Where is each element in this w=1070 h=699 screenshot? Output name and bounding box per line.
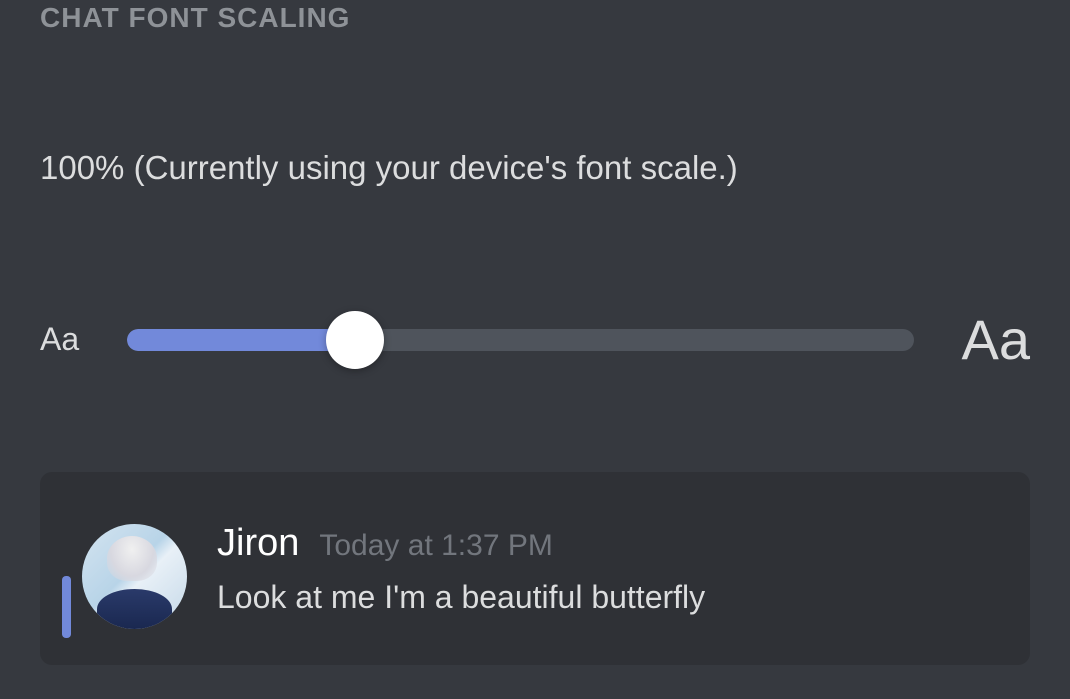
scale-description: 100% (Currently using your device's font… xyxy=(40,149,1030,187)
username: Jiron xyxy=(217,522,299,565)
message-text: Look at me I'm a beautiful butterfly xyxy=(217,579,1002,616)
section-title: CHAT FONT SCALING xyxy=(40,2,1030,34)
font-size-small-label: Aa xyxy=(40,321,79,358)
font-scale-slider-row: Aa Aa xyxy=(40,307,1030,372)
slider-fill xyxy=(127,329,355,351)
font-size-large-label: Aa xyxy=(962,307,1031,372)
chat-preview-card: Jiron Today at 1:37 PM Look at me I'm a … xyxy=(40,472,1030,665)
message-accent-bar xyxy=(62,576,71,638)
avatar xyxy=(82,524,187,629)
slider-thumb[interactable] xyxy=(326,311,384,369)
message-header: Jiron Today at 1:37 PM xyxy=(217,522,1002,565)
timestamp: Today at 1:37 PM xyxy=(319,529,552,563)
scale-value: 100% xyxy=(40,149,124,186)
scale-note: (Currently using your device's font scal… xyxy=(124,149,737,186)
message-content: Jiron Today at 1:37 PM Look at me I'm a … xyxy=(217,504,1002,616)
slider-track xyxy=(127,329,913,351)
font-scale-slider[interactable] xyxy=(127,329,913,351)
